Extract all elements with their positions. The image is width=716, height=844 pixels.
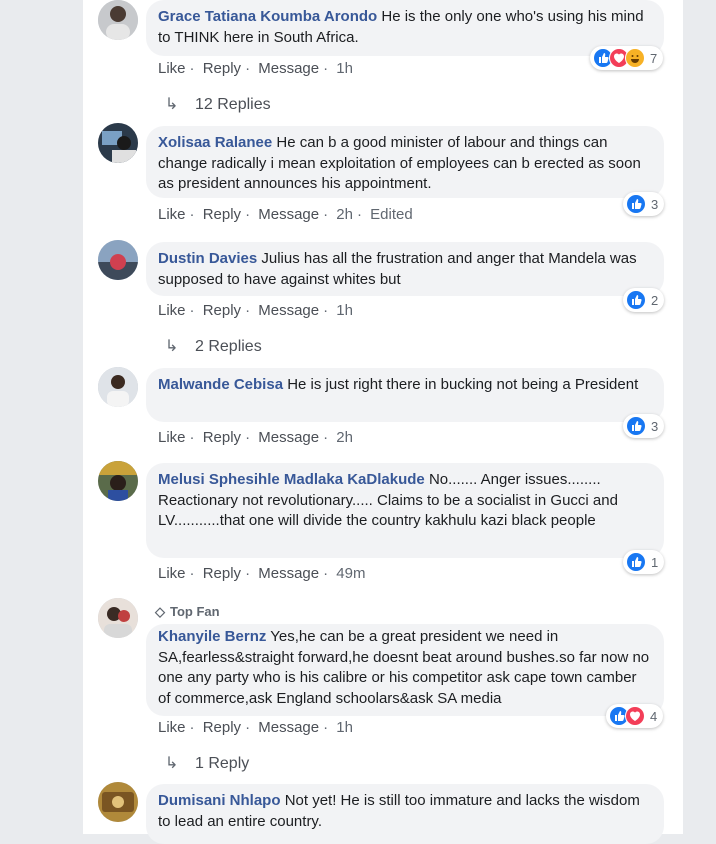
comment-bubble: Melusi Sphesihle Madlaka KaDlakude No...… <box>146 463 664 558</box>
comment-author[interactable]: Dustin Davies <box>158 250 257 267</box>
reaction-count: 3 <box>651 196 659 212</box>
comment-bubble: Khanyile Bernz Yes,he can be a great pre… <box>146 624 664 716</box>
avatar[interactable] <box>98 0 138 40</box>
reaction-summary[interactable]: 1 <box>623 550 665 574</box>
timestamp[interactable]: 1h <box>336 719 353 736</box>
view-replies-link[interactable]: ↳ 2 Replies <box>165 336 262 356</box>
comment-bubble: Dumisani Nhlapo Not yet! He is still too… <box>146 784 664 844</box>
comment-actions: Like · Reply · Message · 1h <box>158 60 353 77</box>
avatar[interactable] <box>98 367 138 407</box>
message-link[interactable]: Message <box>258 719 319 736</box>
avatar[interactable] <box>98 123 138 163</box>
comment-author[interactable]: Malwande Cebisa <box>158 376 283 393</box>
edited-label[interactable]: Edited <box>370 206 413 223</box>
avatar[interactable] <box>98 782 138 822</box>
message-link[interactable]: Message <box>258 302 319 319</box>
comment-actions: Like · Reply · Message · 49m <box>158 565 366 582</box>
avatar[interactable] <box>98 461 138 501</box>
comment-text: He is just right there in bucking not be… <box>287 376 639 393</box>
reply-link[interactable]: Reply <box>203 302 241 319</box>
reaction-summary[interactable]: 4 <box>606 704 664 728</box>
comment-author[interactable]: Melusi Sphesihle Madlaka KaDlakude <box>158 471 425 488</box>
comment-author[interactable]: Xolisaa Ralanee <box>158 134 272 151</box>
like-link[interactable]: Like <box>158 719 186 736</box>
reaction-count: 4 <box>650 708 658 724</box>
reaction-count: 2 <box>651 292 659 308</box>
avatar[interactable] <box>98 240 138 280</box>
like-link[interactable]: Like <box>158 429 186 446</box>
reply-link[interactable]: Reply <box>203 429 241 446</box>
like-icon <box>626 194 646 214</box>
reply-link[interactable]: Reply <box>203 206 241 223</box>
like-link[interactable]: Like <box>158 302 186 319</box>
reply-link[interactable]: Reply <box>203 719 241 736</box>
reaction-summary[interactable]: 2 <box>623 288 665 312</box>
love-icon <box>625 706 645 726</box>
haha-icon <box>625 48 645 68</box>
comment-bubble: Grace Tatiana Koumba Arondo He is the on… <box>146 0 664 56</box>
comment-actions: Like · Reply · Message · 2h <box>158 429 353 446</box>
view-replies-link[interactable]: ↳ 1 Reply <box>165 753 249 773</box>
like-icon <box>626 290 646 310</box>
timestamp[interactable]: 1h <box>336 302 353 319</box>
reaction-summary[interactable]: 3 <box>623 192 665 216</box>
like-icon <box>626 416 646 436</box>
message-link[interactable]: Message <box>258 60 319 77</box>
like-link[interactable]: Like <box>158 565 186 582</box>
message-link[interactable]: Message <box>258 429 319 446</box>
replies-label[interactable]: 2 Replies <box>195 338 262 355</box>
comment-actions: Like · Reply · Message · 1h <box>158 719 353 736</box>
reaction-count: 7 <box>650 50 658 66</box>
avatar[interactable] <box>98 598 138 638</box>
message-link[interactable]: Message <box>258 565 319 582</box>
comment-bubble: Xolisaa Ralanee He can b a good minister… <box>146 126 664 198</box>
like-link[interactable]: Like <box>158 206 186 223</box>
comment-author[interactable]: Dumisani Nhlapo <box>158 792 281 809</box>
reply-link[interactable]: Reply <box>203 60 241 77</box>
comment-author[interactable]: Khanyile Bernz <box>158 628 266 645</box>
reaction-summary[interactable]: 7 <box>590 46 664 70</box>
badge-label: Top Fan <box>170 604 220 619</box>
reply-arrow-icon: ↳ <box>165 96 179 113</box>
view-replies-link[interactable]: ↳ 12 Replies <box>165 94 271 114</box>
message-link[interactable]: Message <box>258 206 319 223</box>
reply-link[interactable]: Reply <box>203 565 241 582</box>
timestamp[interactable]: 2h <box>336 206 353 223</box>
timestamp[interactable]: 2h <box>336 429 353 446</box>
reply-arrow-icon: ↳ <box>165 755 179 772</box>
timestamp[interactable]: 49m <box>336 565 365 582</box>
comment-actions: Like · Reply · Message · 1h <box>158 302 353 319</box>
reaction-count: 3 <box>651 418 659 434</box>
comment-bubble: Malwande Cebisa He is just right there i… <box>146 368 664 422</box>
replies-label[interactable]: 12 Replies <box>195 96 271 113</box>
comment-bubble: Dustin Davies Julius has all the frustra… <box>146 242 664 296</box>
replies-label[interactable]: 1 Reply <box>195 755 249 772</box>
comment-actions: Like · Reply · Message · 2h · Edited <box>158 206 413 223</box>
reply-arrow-icon: ↳ <box>165 338 179 355</box>
top-fan-badge: ◇ Top Fan <box>155 604 220 620</box>
reaction-summary[interactable]: 3 <box>623 414 665 438</box>
comment-author[interactable]: Grace Tatiana Koumba Arondo <box>158 8 377 25</box>
diamond-icon: ◇ <box>155 604 165 619</box>
timestamp[interactable]: 1h <box>336 60 353 77</box>
like-link[interactable]: Like <box>158 60 186 77</box>
like-icon <box>626 552 646 572</box>
reaction-count: 1 <box>651 554 659 570</box>
